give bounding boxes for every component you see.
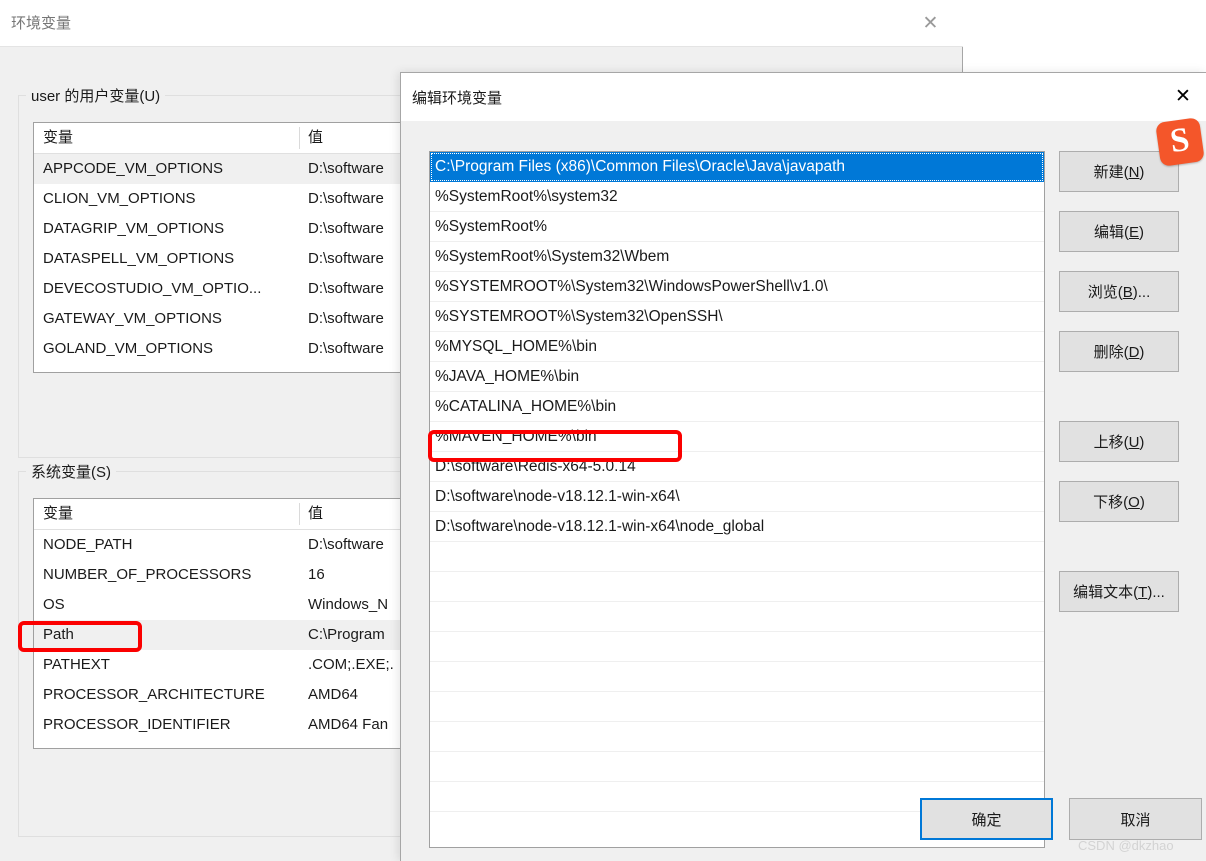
path-entry-row[interactable]: D:\software\node-v18.12.1-win-x64\ <box>430 482 1044 512</box>
edit-dialog-titlebar: 编辑环境变量 ✕ <box>401 73 1206 121</box>
csdn-watermark: CSDN @dkzhao <box>1078 838 1174 853</box>
sogou-logo-letter: S <box>1167 120 1192 161</box>
column-header-variable[interactable]: 变量 <box>34 123 299 153</box>
background-window-titlebar: 环境变量 ✕ <box>0 0 963 47</box>
path-entry-row-empty[interactable] <box>430 632 1044 662</box>
system-variables-label: 系统变量(S) <box>26 461 116 482</box>
variable-name-cell: PROCESSOR_LEVEL <box>34 740 299 748</box>
variable-name-cell: PATHEXT <box>43 656 110 673</box>
variable-name-cell: DATAGRIP_VM_OPTIONS <box>43 220 225 237</box>
move-up-button-label: 上移(U) <box>1093 434 1145 451</box>
path-entry-row-empty[interactable] <box>430 542 1044 572</box>
edit-button-label: 编辑(E) <box>1093 224 1144 241</box>
path-entry-row-empty[interactable] <box>430 572 1044 602</box>
variable-name-cell: GATEWAY_VM_OPTIONS <box>43 310 222 327</box>
path-entry-row[interactable]: %JAVA_HOME%\bin <box>430 362 1044 392</box>
delete-button-label: 删除(D) <box>1093 344 1145 361</box>
path-entry-row-empty[interactable] <box>430 602 1044 632</box>
edit-text-button-label: 编辑文本(T)... <box>1073 584 1165 601</box>
background-window-title: 环境变量 <box>11 15 72 32</box>
variable-name-cell: DEVECOSTUDIO_VM_OPTIO... <box>43 280 262 297</box>
delete-button[interactable]: 删除(D) <box>1059 331 1179 372</box>
path-entry-row[interactable]: %MYSQL_HOME%\bin <box>430 332 1044 362</box>
variable-name-cell: GOLAND_VM_OPTIONS <box>43 340 214 357</box>
variable-name-cell: IDEA_VM_OPTIONS <box>34 364 299 372</box>
browse-button-label: 浏览(B)... <box>1087 284 1151 301</box>
path-entry-row[interactable]: %SYSTEMROOT%\System32\WindowsPowerShell\… <box>430 272 1044 302</box>
variable-name-cell: NUMBER_OF_PROCESSORS <box>43 566 252 583</box>
new-button-label: 新建(N) <box>1093 164 1145 181</box>
path-entry-row-empty[interactable] <box>430 662 1044 692</box>
path-entry-row[interactable]: D:\software\Redis-x64-5.0.14 <box>430 452 1044 482</box>
path-entry-row[interactable]: D:\software\node-v18.12.1-win-x64\node_g… <box>430 512 1044 542</box>
edit-button[interactable]: 编辑(E) <box>1059 211 1179 252</box>
path-entry-row[interactable]: %SystemRoot%\System32\Wbem <box>430 242 1044 272</box>
edit-dialog-title: 编辑环境变量 <box>412 90 503 107</box>
path-entry-row-empty[interactable] <box>430 722 1044 752</box>
path-entry-row[interactable]: %MAVEN_HOME%\bin <box>430 422 1044 452</box>
variable-name-cell: APPCODE_VM_OPTIONS <box>43 160 224 177</box>
variable-name-cell: DATASPELL_VM_OPTIONS <box>43 250 235 267</box>
variable-name-cell: NODE_PATH <box>43 536 133 553</box>
path-entry-row[interactable]: %SYSTEMROOT%\System32\OpenSSH\ <box>430 302 1044 332</box>
variable-name-cell: Path <box>43 626 74 643</box>
move-down-button-label: 下移(O) <box>1093 494 1145 511</box>
column-header-variable[interactable]: 变量 <box>34 499 299 529</box>
user-variables-label: user 的用户变量(U) <box>26 85 166 106</box>
browse-button[interactable]: 浏览(B)... <box>1059 271 1179 312</box>
variable-name-cell: PROCESSOR_IDENTIFIER <box>43 716 231 733</box>
variable-name-cell: OS <box>43 596 65 613</box>
move-down-button[interactable]: 下移(O) <box>1059 481 1179 522</box>
path-entry-row[interactable]: %CATALINA_HOME%\bin <box>430 392 1044 422</box>
variable-name-cell: CLION_VM_OPTIONS <box>43 190 196 207</box>
path-entry-row[interactable]: C:\Program Files (x86)\Common Files\Orac… <box>430 152 1044 182</box>
close-icon[interactable]: ✕ <box>1160 73 1206 119</box>
close-icon[interactable]: ✕ <box>898 0 963 46</box>
path-entries-list[interactable]: C:\Program Files (x86)\Common Files\Orac… <box>429 151 1045 848</box>
variable-name-cell: PROCESSOR_ARCHITECTURE <box>43 686 265 703</box>
ok-button-label: 确定 <box>971 811 1002 829</box>
ok-button[interactable]: 确定 <box>920 798 1053 840</box>
cancel-button-label: 取消 <box>1120 811 1151 829</box>
cancel-button[interactable]: 取消 <box>1069 798 1202 840</box>
edit-environment-variable-dialog: 编辑环境变量 ✕ C:\Program Files (x86)\Common F… <box>400 72 1206 861</box>
path-entry-row-empty[interactable] <box>430 752 1044 782</box>
sogou-input-logo-icon: S <box>1155 117 1205 167</box>
move-up-button[interactable]: 上移(U) <box>1059 421 1179 462</box>
edit-text-button[interactable]: 编辑文本(T)... <box>1059 571 1179 612</box>
path-entry-row[interactable]: %SystemRoot%\system32 <box>430 182 1044 212</box>
path-entry-row[interactable]: %SystemRoot% <box>430 212 1044 242</box>
path-entry-row-empty[interactable] <box>430 692 1044 722</box>
